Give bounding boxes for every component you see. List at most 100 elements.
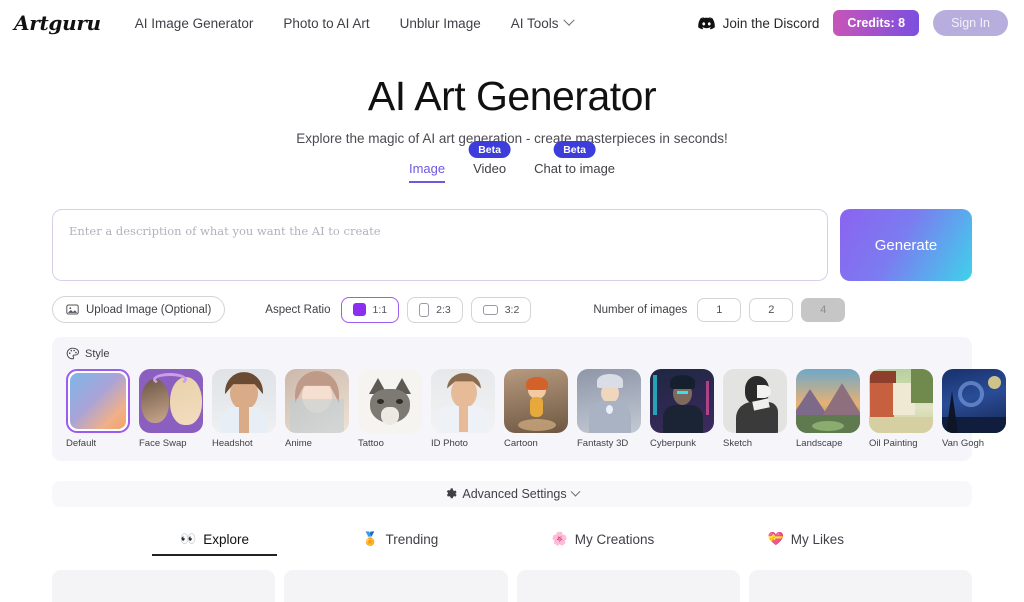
tab-video-label: Video — [473, 161, 507, 177]
style-section-label: Style — [85, 347, 110, 360]
gallery-card[interactable] — [748, 570, 972, 602]
style-item-landscape[interactable]: Landscape — [796, 369, 860, 449]
style-label-headshot: Headshot — [212, 438, 253, 450]
heart-icon: 💝 — [767, 531, 784, 547]
style-list: Default Face Swap Headshot Anime Tattoo … — [66, 369, 1006, 449]
credits-badge[interactable]: Credits: 8 — [833, 10, 920, 36]
join-discord-label: Join the Discord — [722, 15, 820, 31]
aspect-ratio-3-2[interactable]: 3:2 — [470, 296, 532, 323]
style-panel: Style Default Face Swap Headshot Anime T… — [52, 337, 1006, 462]
nav-item-ai-image-generator[interactable]: AI Image Generator — [135, 16, 254, 31]
style-thumbnail-cartoon — [504, 369, 568, 434]
beta-badge-chat-to-image: Beta — [553, 141, 596, 159]
style-label-face-swap: Face Swap — [139, 438, 187, 450]
gallery-card[interactable] — [516, 570, 740, 602]
style-item-fantasy-3d[interactable]: Fantasty 3D — [577, 369, 641, 449]
style-label-anime: Anime — [285, 438, 312, 450]
medal-icon: 🏅 — [362, 531, 379, 547]
tab-my-creations-label: My Creations — [574, 531, 655, 547]
nav-item-ai-tools[interactable]: AI Tools — [511, 14, 575, 31]
gallery-card[interactable] — [52, 570, 276, 602]
style-item-face-swap[interactable]: Face Swap — [139, 369, 203, 449]
style-item-headshot[interactable]: Headshot — [212, 369, 276, 449]
advanced-settings-label: Advanced Settings — [462, 487, 567, 502]
image-icon — [66, 304, 79, 315]
site-logo[interactable]: Artguru — [14, 11, 101, 35]
tab-video[interactable]: Beta Video — [468, 141, 511, 183]
sign-in-button[interactable]: Sign In — [933, 10, 1008, 36]
style-thumbnail-oil-painting — [869, 369, 933, 434]
style-item-anime[interactable]: Anime — [285, 369, 349, 449]
style-thumbnail-tattoo — [358, 369, 422, 434]
tab-trending[interactable]: 🏅 Trending — [362, 531, 438, 556]
image-count-1[interactable]: 1 — [697, 297, 742, 322]
chevron-down-icon — [570, 486, 581, 497]
options-row: Upload Image (Optional) Aspect Ratio 1:1… — [52, 296, 972, 324]
style-thumbnail-landscape — [796, 369, 860, 434]
style-section-header: Style — [66, 347, 958, 360]
tab-explore[interactable]: 👀 Explore — [152, 531, 277, 557]
gallery-grid — [0, 570, 1024, 602]
style-label-sketch: Sketch — [723, 438, 753, 450]
upload-image-label: Upload Image (Optional) — [86, 303, 212, 316]
portrait-rect-icon — [419, 302, 430, 317]
prompt-placeholder: Enter a description of what you want the… — [69, 224, 381, 239]
aspect-ratio-1-1[interactable]: 1:1 — [340, 296, 400, 323]
join-discord-link[interactable]: Join the Discord — [697, 15, 820, 31]
style-thumbnail-sketch — [723, 369, 787, 434]
prompt-row: Enter a description of what you want the… — [52, 209, 972, 282]
style-thumbnail-headshot — [212, 369, 276, 434]
style-label-van-gogh: Van Gogh — [942, 438, 985, 450]
hero-section: AI Art Generator Explore the magic of AI… — [0, 73, 1024, 146]
upload-image-button[interactable]: Upload Image (Optional) — [52, 296, 226, 324]
style-item-cartoon[interactable]: Cartoon — [504, 369, 568, 449]
discord-icon — [697, 16, 715, 29]
style-item-cyberpunk[interactable]: Cyberpunk — [650, 369, 714, 449]
style-item-id-photo[interactable]: ID Photo — [431, 369, 495, 449]
tab-my-creations[interactable]: 🌸 My Creations — [552, 531, 655, 556]
tab-my-likes[interactable]: 💝 My Likes — [768, 531, 844, 556]
style-item-default[interactable]: Default — [66, 369, 130, 449]
header-actions: Join the Discord Credits: 8 Sign In — [697, 10, 1008, 36]
content-tabs: 👀 Explore 🏅 Trending 🌸 My Creations 💝 My… — [0, 531, 1024, 557]
tab-image[interactable]: Image — [408, 160, 446, 184]
style-thumbnail-default — [66, 369, 130, 434]
gear-icon — [447, 488, 457, 499]
tab-my-likes-label: My Likes — [790, 531, 844, 547]
mode-tabs: Image Beta Video Beta Chat to image — [0, 141, 1024, 184]
prompt-input[interactable]: Enter a description of what you want the… — [52, 209, 828, 282]
style-label-default: Default — [66, 438, 97, 450]
advanced-settings-toggle[interactable]: Advanced Settings — [52, 481, 972, 508]
blossom-icon: 🌸 — [551, 531, 568, 547]
style-thumbnail-cyberpunk — [650, 369, 714, 434]
main-nav: AI Image Generator Photo to AI Art Unblu… — [135, 14, 575, 31]
style-item-tattoo[interactable]: Tattoo — [358, 369, 422, 449]
style-thumbnail-van-gogh — [942, 369, 1006, 434]
tab-trending-label: Trending — [385, 531, 439, 547]
nav-item-unblur-image[interactable]: Unblur Image — [400, 16, 481, 31]
image-count-2[interactable]: 2 — [749, 297, 794, 322]
generate-button[interactable]: Generate — [840, 209, 972, 282]
aspect-ratio-group: 1:1 2:3 3:2 — [340, 296, 532, 323]
aspect-ratio-3-2-label: 3:2 — [504, 303, 520, 316]
style-label-id-photo: ID Photo — [431, 438, 468, 450]
aspect-ratio-2-3[interactable]: 2:3 — [407, 296, 463, 323]
gallery-card[interactable] — [284, 570, 508, 602]
aspect-ratio-1-1-label: 1:1 — [372, 303, 388, 316]
number-of-images-group: 1 2 4 — [697, 297, 846, 322]
style-thumbnail-fantasy-3d — [577, 369, 641, 434]
top-header: Artguru AI Image Generator Photo to AI A… — [0, 0, 1024, 46]
style-item-van-gogh[interactable]: Van Gogh — [942, 369, 1006, 449]
tab-explore-label: Explore — [203, 531, 249, 547]
style-label-landscape: Landscape — [796, 438, 843, 450]
style-item-sketch[interactable]: Sketch — [723, 369, 787, 449]
number-of-images-label: Number of images — [593, 303, 688, 316]
tab-chat-to-image[interactable]: Beta Chat to image — [534, 141, 616, 183]
nav-item-photo-to-ai-art[interactable]: Photo to AI Art — [283, 16, 369, 31]
square-icon — [352, 303, 366, 317]
style-item-oil-painting[interactable]: Oil Painting — [869, 369, 933, 449]
tab-chat-to-image-label: Chat to image — [534, 161, 616, 177]
style-label-fantasy-3d: Fantasty 3D — [577, 438, 629, 450]
style-label-tattoo: Tattoo — [358, 438, 384, 450]
image-count-4[interactable]: 4 — [801, 297, 846, 322]
